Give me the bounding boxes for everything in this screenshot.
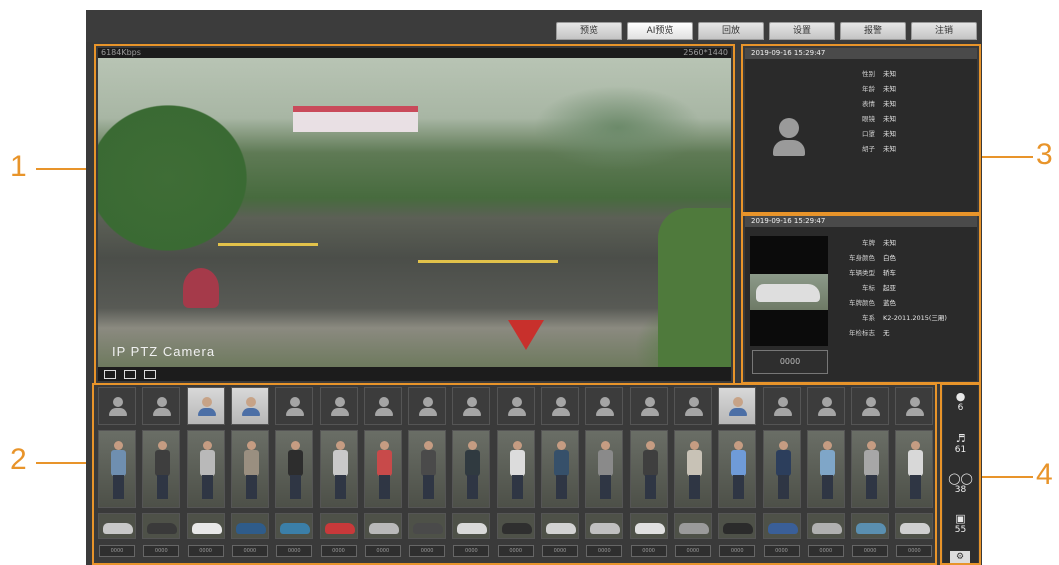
stats-panel-border	[940, 383, 981, 565]
tab-playback[interactable]: 回放	[698, 22, 764, 40]
thumbnail-panel-border	[92, 383, 937, 565]
vehicle-panel-border	[741, 214, 981, 384]
callout-4: 4	[1036, 458, 1053, 491]
tab-preview[interactable]: 预览	[556, 22, 622, 40]
callout-4-line	[980, 476, 1033, 478]
tab-settings[interactable]: 设置	[769, 22, 835, 40]
tab-logout[interactable]: 注销	[911, 22, 977, 40]
callout-2: 2	[10, 443, 27, 476]
callout-3: 3	[1036, 138, 1053, 171]
video-panel-border	[94, 44, 735, 385]
top-nav-bar: 预览 AI预览 回放 设置 报警 注销	[86, 10, 982, 42]
tab-alarm[interactable]: 报警	[840, 22, 906, 40]
callout-1: 1	[10, 150, 27, 183]
callout-3-line	[975, 156, 1033, 158]
tab-ai-preview[interactable]: AI预览	[627, 22, 693, 40]
face-panel-border	[741, 44, 981, 214]
